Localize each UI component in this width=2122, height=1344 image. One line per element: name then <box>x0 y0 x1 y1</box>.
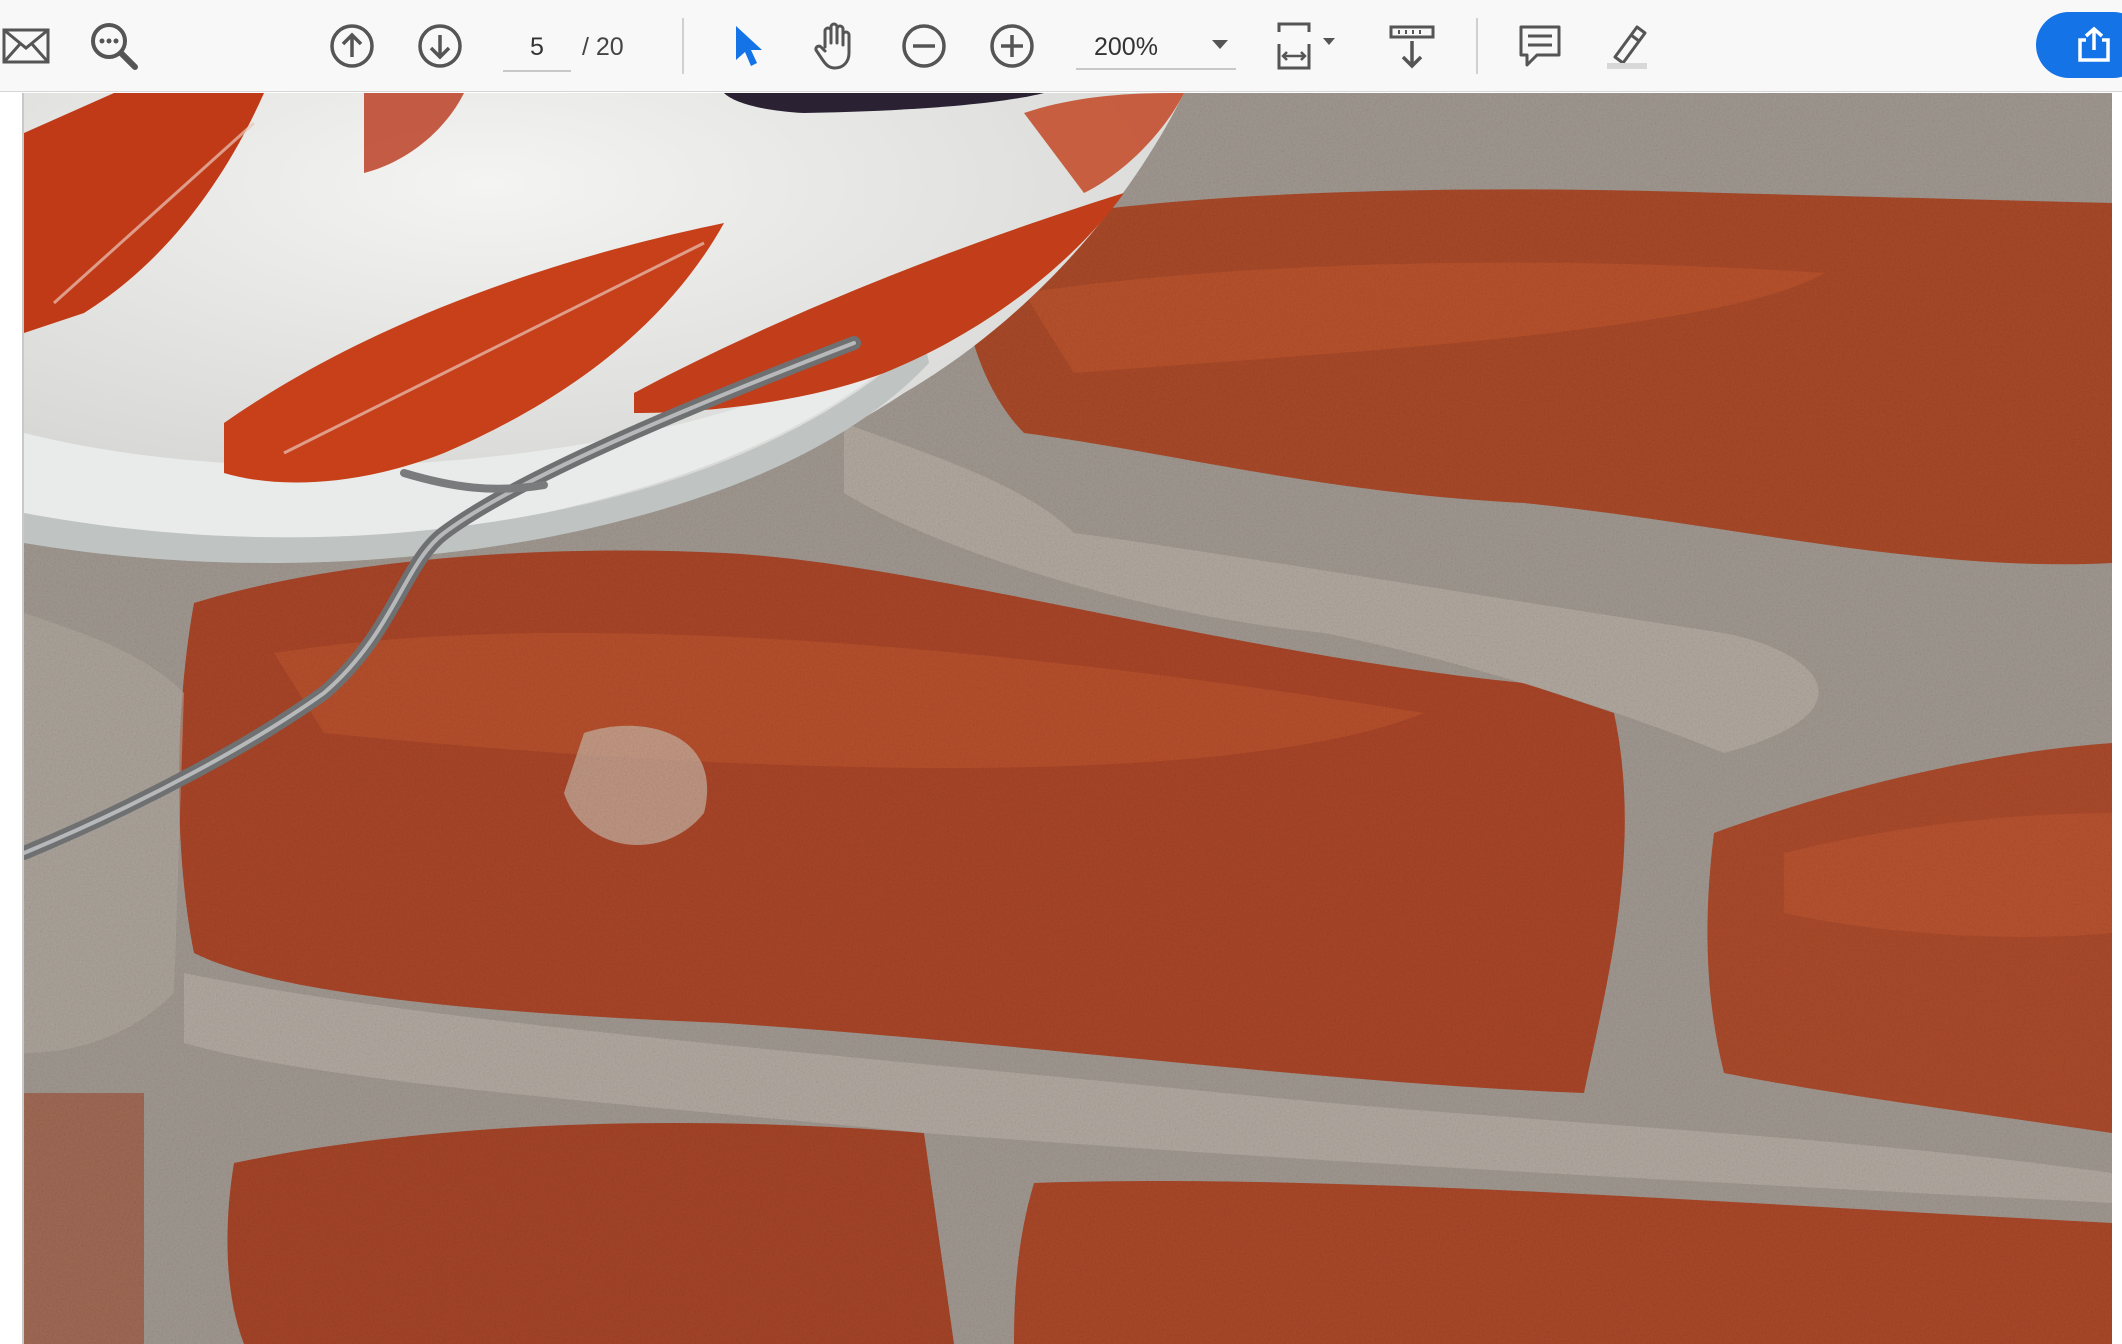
highlight-button[interactable] <box>1596 14 1660 78</box>
zoom-select[interactable]: 200% <box>1076 24 1236 70</box>
hand-icon <box>814 22 851 70</box>
plus-circle-icon <box>990 24 1034 68</box>
fit-page-button[interactable] <box>1268 14 1348 78</box>
fit-page-icon <box>1277 22 1335 70</box>
chevron-down-icon <box>1212 40 1228 49</box>
zoom-value: 200% <box>1094 33 1158 61</box>
zoom-out-button[interactable] <box>892 14 956 78</box>
next-page-button[interactable] <box>408 14 472 78</box>
page-photo <box>24 93 2112 1344</box>
pointer-arrow-icon <box>736 26 762 66</box>
page-number-input[interactable] <box>503 24 571 72</box>
comment-button[interactable] <box>1508 14 1572 78</box>
scroll-mode-icon <box>1389 25 1435 69</box>
comment-icon <box>1519 25 1561 67</box>
minus-circle-icon <box>902 24 946 68</box>
page-total-label: / 20 <box>582 33 624 61</box>
select-tool-button[interactable] <box>716 14 780 78</box>
pen-icon <box>1607 25 1647 69</box>
email-button[interactable] <box>0 14 58 78</box>
previous-page-button[interactable] <box>320 14 384 78</box>
toolbar-divider <box>682 18 684 74</box>
scroll-mode-button[interactable] <box>1380 14 1444 78</box>
arrow-down-circle-icon <box>418 24 462 68</box>
zoom-in-button[interactable] <box>980 14 1044 78</box>
search-button[interactable] <box>82 14 146 78</box>
share-icon <box>2078 26 2110 62</box>
envelope-icon <box>2 28 50 64</box>
toolbar-divider <box>1476 18 1478 74</box>
hand-tool-button[interactable] <box>804 14 868 78</box>
toolbar: / 20 200% <box>0 0 2122 92</box>
arrow-up-circle-icon <box>330 24 374 68</box>
share-button[interactable] <box>2036 12 2122 78</box>
search-icon <box>91 23 138 70</box>
document-view[interactable] <box>0 93 2122 1344</box>
